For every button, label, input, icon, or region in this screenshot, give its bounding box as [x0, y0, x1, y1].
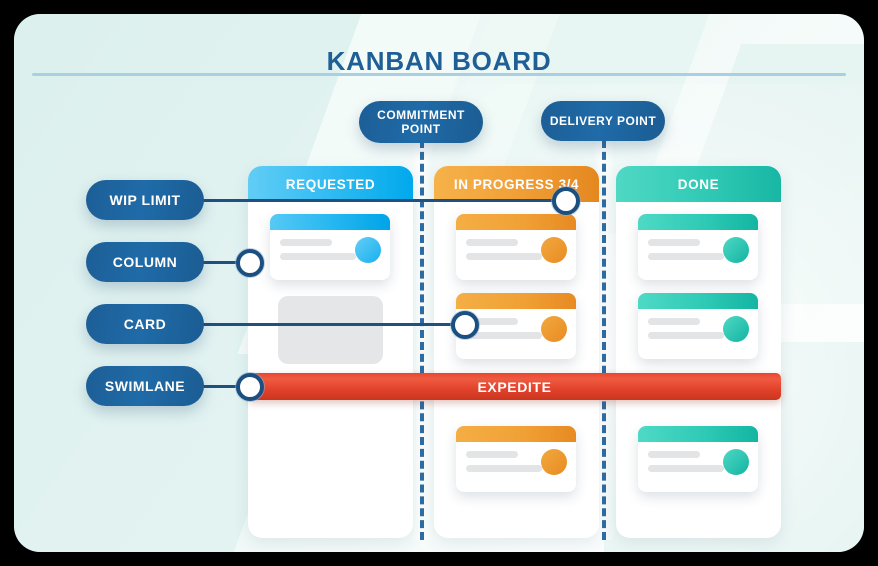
- avatar: [541, 449, 567, 475]
- card-body: [638, 309, 758, 355]
- card[interactable]: [270, 214, 390, 280]
- card-text-line: [648, 332, 724, 339]
- swimlane-expedite-label: EXPEDITE: [477, 378, 552, 395]
- column-requested-header: REQUESTED: [248, 166, 413, 202]
- card-text-line: [648, 318, 700, 325]
- card-text-line: [466, 239, 518, 246]
- card-text-line: [280, 253, 356, 260]
- pill-swimlane[interactable]: SWIMLANE: [86, 366, 204, 406]
- card[interactable]: [638, 293, 758, 359]
- card-color-bar: [456, 293, 576, 309]
- marker-wip-limit: [551, 186, 581, 216]
- card-color-bar: [638, 293, 758, 309]
- card-body: [456, 442, 576, 488]
- card-text-line: [280, 239, 332, 246]
- marker-column: [235, 248, 265, 278]
- delivery-point-line: [602, 140, 606, 540]
- column-done-title: DONE: [677, 176, 720, 192]
- kanban-diagram: KANBAN BOARD COMMITMENT POINT DELIVERY P…: [0, 0, 878, 566]
- card-text-line: [648, 465, 724, 472]
- card[interactable]: [638, 214, 758, 280]
- pill-commitment-point[interactable]: COMMITMENT POINT: [359, 101, 483, 143]
- board-frame: KANBAN BOARD COMMITMENT POINT DELIVERY P…: [14, 14, 864, 552]
- card-body: [270, 230, 390, 276]
- card[interactable]: [638, 426, 758, 492]
- pill-column-label: COLUMN: [112, 254, 178, 270]
- card-color-bar: [638, 214, 758, 230]
- card[interactable]: [456, 426, 576, 492]
- card-color-bar: [456, 426, 576, 442]
- column-requested-title: REQUESTED: [285, 176, 376, 192]
- avatar: [541, 237, 567, 263]
- avatar: [723, 316, 749, 342]
- card-text-line: [648, 451, 700, 458]
- pill-column[interactable]: COLUMN: [86, 242, 204, 282]
- card-text-line: [466, 253, 542, 260]
- avatar: [541, 316, 567, 342]
- title-divider: [32, 73, 846, 76]
- avatar: [355, 237, 381, 263]
- column-done-header: DONE: [616, 166, 781, 202]
- pill-delivery-point[interactable]: DELIVERY POINT: [541, 101, 665, 141]
- card-text-line: [648, 253, 724, 260]
- card-placeholder[interactable]: [278, 296, 383, 364]
- pill-swimlane-label: SWIMLANE: [104, 378, 186, 394]
- card-text-line: [466, 451, 518, 458]
- avatar: [723, 449, 749, 475]
- pill-delivery-point-label: DELIVERY POINT: [549, 114, 657, 128]
- card[interactable]: [456, 214, 576, 280]
- pill-wip-limit-label: WIP LIMIT: [109, 192, 181, 208]
- avatar: [723, 237, 749, 263]
- pill-wip-limit[interactable]: WIP LIMIT: [86, 180, 204, 220]
- card-body: [638, 230, 758, 276]
- marker-swimlane: [235, 372, 265, 402]
- connector-wip-limit: [195, 199, 567, 202]
- pill-card-label: CARD: [123, 316, 167, 332]
- pill-commitment-point-label: COMMITMENT POINT: [377, 108, 465, 136]
- card-text-line: [648, 239, 700, 246]
- marker-card: [450, 310, 480, 340]
- connector-card: [195, 323, 461, 326]
- card-body: [456, 230, 576, 276]
- card-text-line: [466, 465, 542, 472]
- swimlane-expedite[interactable]: EXPEDITE: [248, 373, 781, 400]
- card-color-bar: [456, 214, 576, 230]
- card-color-bar: [638, 426, 758, 442]
- card-body: [638, 442, 758, 488]
- card-color-bar: [270, 214, 390, 230]
- pill-card[interactable]: CARD: [86, 304, 204, 344]
